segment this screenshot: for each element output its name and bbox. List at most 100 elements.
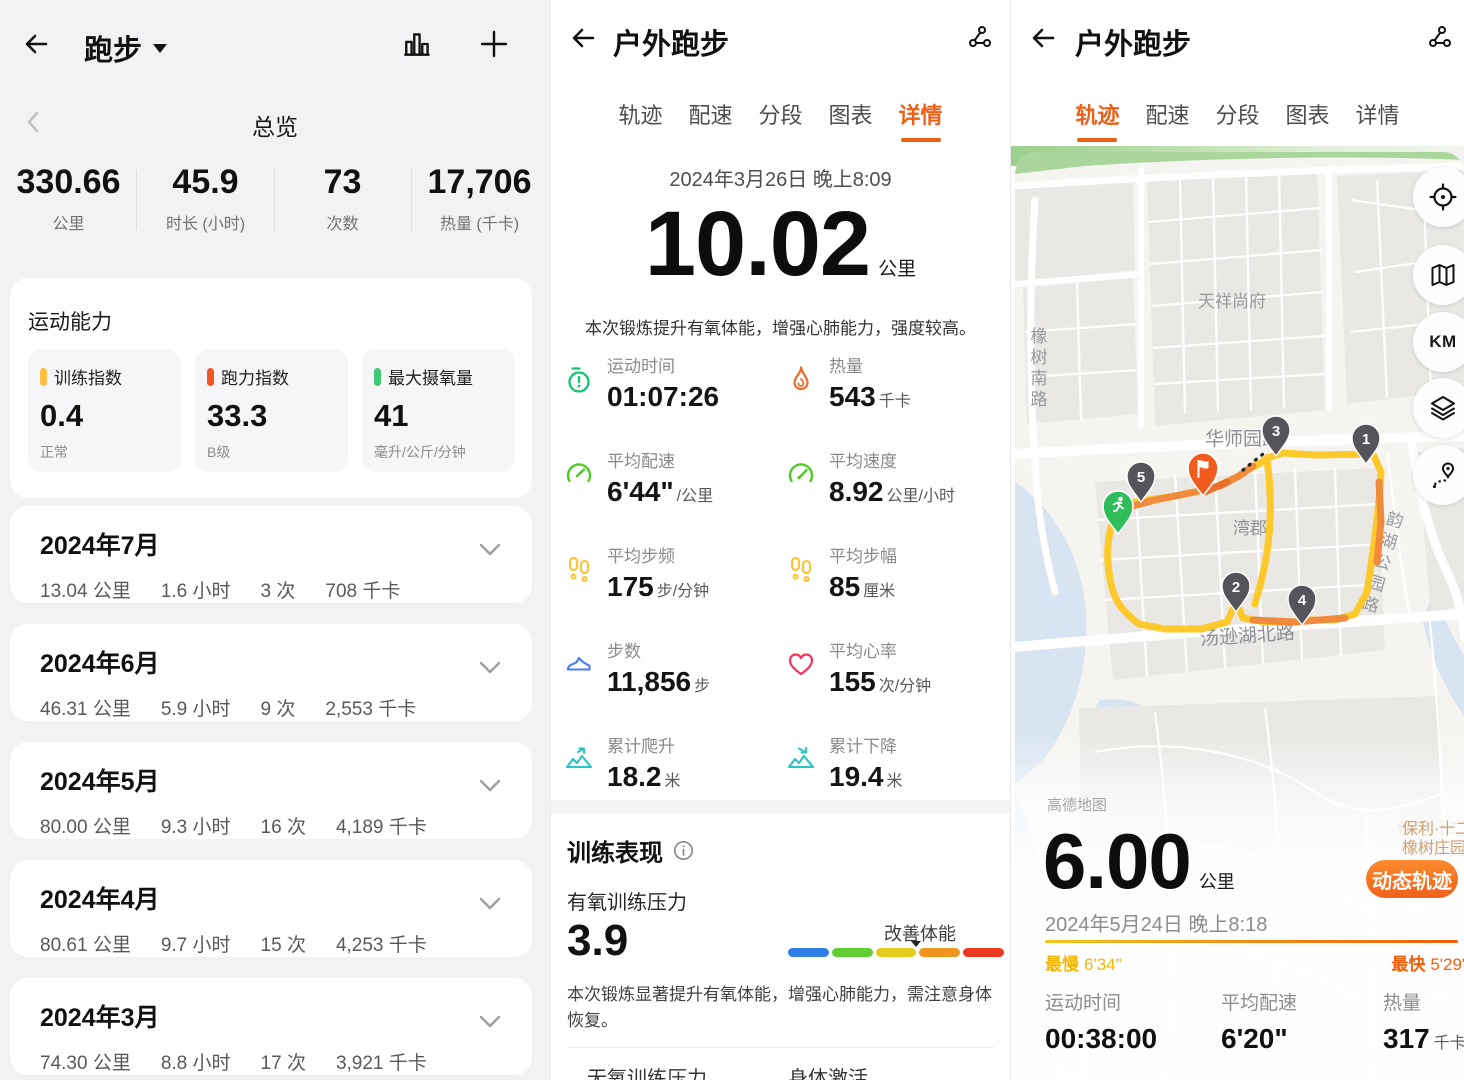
map-attribution: 高德地图 [1047,794,1107,815]
route-pin-icon [1428,460,1458,490]
chevron-down-icon[interactable] [478,542,502,558]
divider [411,170,412,230]
stress-gauge [788,948,1004,957]
tab-segments[interactable]: 分段 [1215,98,1259,142]
pace-gauge-icon [564,459,594,489]
page-title: 户外跑步 [613,21,729,63]
distance-unit: 公里 [1199,868,1235,894]
yellow-pill-icon [40,368,47,386]
page-title: 跑步 [84,27,142,69]
distance-value: 10.02 [645,193,870,295]
flame-icon [786,364,816,394]
chart-button[interactable] [402,29,434,59]
heart-icon [786,649,816,679]
workout-date: 2024年5月24日 晚上8:18 [1045,908,1267,937]
map-style-button[interactable] [1413,245,1464,305]
section-divider [551,800,1010,813]
ability-card: 运动能力 训练指数 0.4 正常 跑力指数 33.3 B级 最大摄氧量 41 毫… [10,278,532,498]
metric-duration: 运动时间01:07:26 [564,352,779,413]
back-button[interactable] [20,28,52,60]
panel-run-details: 户外跑步 轨迹 配速 分段 图表 详情 2024年3月26日 晚上8:09 10… [550,0,1010,1080]
add-button[interactable] [478,28,510,60]
month-card-2024-05[interactable]: 2024年5月 80.00 公里9.3 小时16 次4,189 千卡 [10,742,532,839]
panel-running-overview: 跑步 总览 330.66公里 45.9时长 (小时) 73次数 17,706热量… [0,0,550,1080]
total-times: 73次数 [274,163,411,234]
aerobic-stress-label: 有氧训练压力 [567,886,687,915]
total-distance: 330.66公里 [0,163,137,234]
speed-gauge-icon [786,459,816,489]
aerobic-stress-value: 3.9 [567,916,628,966]
distance-hero: 10.02 公里 [551,192,1010,297]
tab-pace[interactable]: 配速 [1145,98,1189,142]
app-root: 跑步 总览 330.66公里 45.9时长 (小时) 73次数 17,706热量… [0,0,1464,1080]
month-card-2024-04[interactable]: 2024年4月 80.61 公里9.7 小时15 次4,253 千卡 [10,860,532,957]
divider [136,170,137,230]
fastest-pace: 最快5'29" [1391,950,1464,975]
chevron-down-icon[interactable] [478,896,502,912]
tab-details[interactable]: 详情 [1356,98,1400,142]
vo2max-card[interactable]: 最大摄氧量 41 毫升/公斤/分钟 [362,349,515,472]
metric-cadence: 平均步频175步/分钟 [564,542,779,603]
anaerobic-stress-label: 无氧训练压力 [587,1062,707,1080]
svg-text:湾郡: 湾郡 [1233,519,1267,538]
back-button[interactable] [1027,22,1059,54]
shoe-icon [564,649,594,679]
svg-text:5: 5 [1137,469,1145,486]
ability-title: 运动能力 [28,306,112,336]
total-calories: 17,706热量 (千卡) [411,163,548,234]
back-arrow-icon [20,28,52,60]
month-card-2024-03[interactable]: 2024年3月 74.30 公里8.8 小时17 次3,921 千卡 [10,978,532,1075]
stopwatch-icon [564,364,594,394]
chevron-down-icon[interactable] [478,660,502,676]
training-index-card[interactable]: 训练指数 0.4 正常 [28,349,181,472]
locate-icon [1428,182,1458,212]
stat-duration: 运动时间 00:38:00 [1045,988,1157,1055]
tab-segments[interactable]: 分段 [758,98,802,142]
descent-mountain-icon [786,744,816,774]
distance-unit: 公里 [878,259,916,280]
month-card-2024-07[interactable]: 2024年7月 13.04 公里1.6 小时3 次708 千卡 [10,506,532,603]
green-pill-icon [374,368,381,386]
metric-heart-rate: 平均心率155次/分钟 [786,637,1001,698]
caret-down-icon [152,42,168,54]
gauge-zone-label: 改善体能 [884,920,1004,946]
slowest-pace: 最慢6'34" [1045,950,1122,975]
track-tools-button[interactable] [1413,445,1464,505]
back-button[interactable] [567,22,599,54]
running-power-card[interactable]: 跑力指数 33.3 B级 [195,349,348,472]
share-button[interactable] [1424,22,1454,52]
tab-pace[interactable]: 配速 [688,98,732,142]
dynamic-track-button[interactable]: 动态轨迹 [1366,860,1458,898]
km-toggle-button[interactable]: KM [1413,312,1464,372]
workout-date: 2024年3月26日 晚上8:09 [551,163,1010,192]
overview-title: 总览 [0,108,550,142]
distance-hero: 6.00公里 [1043,816,1235,907]
share-button[interactable] [964,22,994,52]
stat-avg-pace: 平均配速 6'20" [1221,988,1297,1055]
map-icon [1429,261,1457,289]
detail-tabbar: 轨迹 配速 分段 图表 详情 [551,98,1010,142]
layers-button[interactable] [1413,378,1464,438]
page-title: 户外跑步 [1075,21,1191,63]
tab-track[interactable]: 轨迹 [618,98,662,142]
tab-track[interactable]: 轨迹 [1075,98,1119,142]
tab-charts[interactable]: 图表 [829,98,873,142]
month-card-2024-06[interactable]: 2024年6月 46.31 公里5.9 小时9 次2,553 千卡 [10,624,532,721]
orange-pill-icon [207,368,214,386]
panel-run-track: 户外跑步 轨迹 配速 分段 图表 详情 [1010,0,1464,1080]
layers-icon [1428,393,1458,423]
training-performance-title: 训练表现 [567,833,694,868]
footprints-icon [786,554,816,584]
chevron-down-icon[interactable] [478,778,502,794]
sport-type-dropdown[interactable]: 跑步 [84,27,168,69]
svg-text:1: 1 [1362,431,1370,448]
workout-summary: 本次锻炼提升有氧体能，增强心肺能力，强度较高。 [551,314,1010,339]
chevron-down-icon[interactable] [478,1014,502,1030]
svg-text:3: 3 [1272,423,1280,440]
info-icon[interactable] [673,840,694,861]
tab-charts[interactable]: 图表 [1286,98,1330,142]
locate-button[interactable] [1413,167,1464,227]
training-desc: 本次锻炼显著提升有氧体能，增强心肺能力，需注意身体恢复。 [567,982,997,1033]
tab-details[interactable]: 详情 [899,98,943,142]
gauge-pointer-icon [911,941,921,947]
